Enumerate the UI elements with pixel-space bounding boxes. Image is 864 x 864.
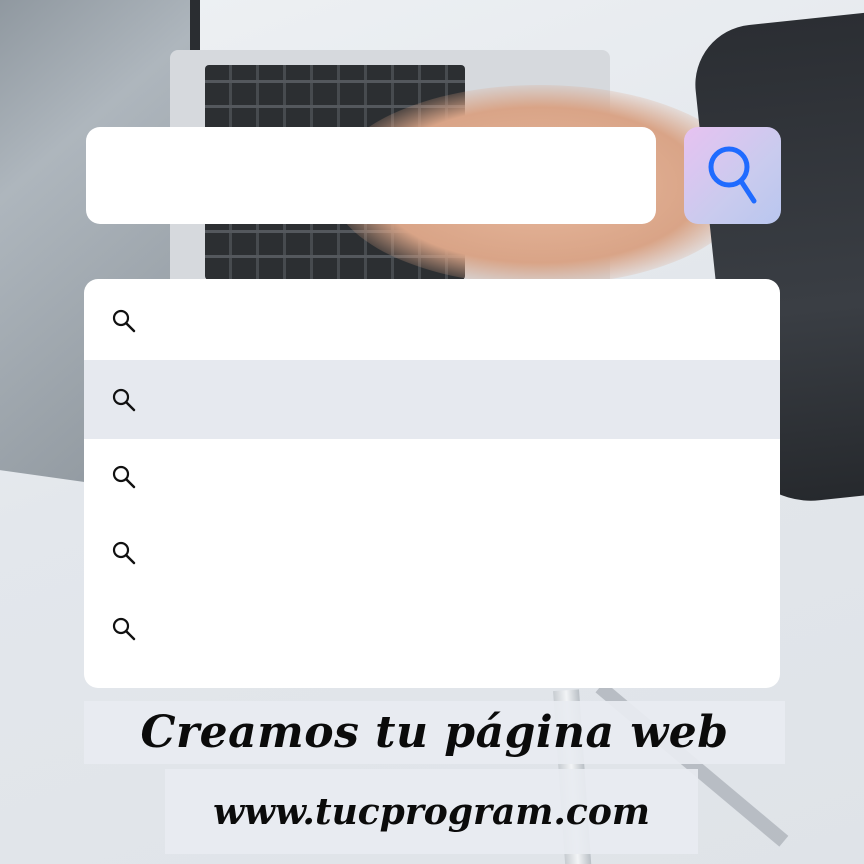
search-icon — [112, 388, 136, 411]
search-input[interactable] — [86, 127, 656, 224]
website-url[interactable]: www.tucprogram.com — [165, 769, 698, 854]
suggestion-item-highlighted[interactable] — [84, 360, 780, 439]
suggestion-item[interactable] — [84, 591, 780, 667]
search-icon — [112, 309, 136, 332]
suggestion-item[interactable] — [84, 282, 780, 359]
magnifier-icon — [708, 146, 756, 203]
headline: Creamos tu página web — [140, 707, 729, 758]
search-icon — [112, 541, 136, 565]
search-icon — [112, 617, 136, 641]
suggestion-item[interactable] — [84, 439, 780, 515]
suggestion-item[interactable] — [84, 515, 780, 591]
search-icon — [112, 465, 136, 489]
search-button[interactable] — [684, 127, 781, 224]
suggestion-list — [84, 279, 780, 688]
